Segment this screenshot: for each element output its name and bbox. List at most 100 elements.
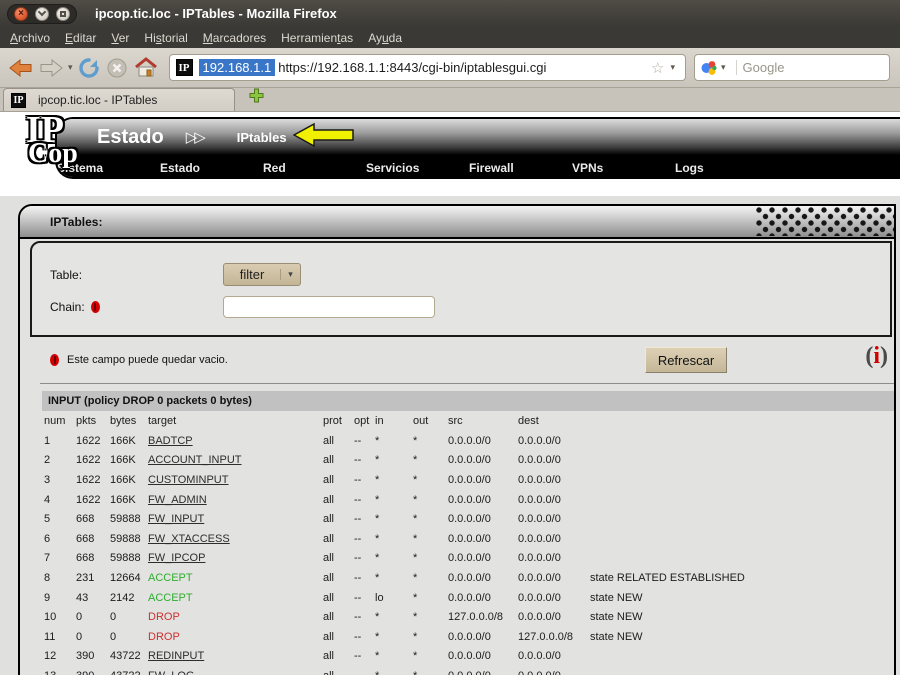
divider bbox=[40, 383, 894, 384]
cell-pkts: 1622 bbox=[74, 451, 108, 471]
menubar-item[interactable]: Herramientas bbox=[281, 31, 353, 45]
target-link[interactable]: ACCEPT bbox=[148, 592, 193, 604]
required-field-icon bbox=[50, 354, 59, 366]
cell-target: FW_XTACCESS bbox=[146, 529, 321, 549]
cell-num: 9 bbox=[42, 588, 74, 608]
cell-num: 10 bbox=[42, 607, 74, 627]
site-nav-item[interactable]: Estado bbox=[160, 161, 263, 175]
iptables-table: numpktsbytestargetprotoptinoutsrcdest 1 … bbox=[42, 411, 745, 675]
cell-extra bbox=[588, 451, 745, 471]
cell-prot: all bbox=[321, 666, 352, 675]
window-title: ipcop.tic.loc - IPTables - Mozilla Firef… bbox=[95, 6, 337, 21]
url-bar[interactable]: IP 192.168.1.1 https://192.168.1.1:8443/… bbox=[169, 54, 686, 81]
cell-in: * bbox=[373, 509, 411, 529]
target-link[interactable]: DROP bbox=[148, 631, 180, 643]
cell-out: * bbox=[411, 588, 446, 608]
cell-bytes: 2142 bbox=[108, 588, 146, 608]
target-link[interactable]: FW_INPUT bbox=[148, 513, 204, 525]
cell-bytes: 59888 bbox=[108, 529, 146, 549]
cell-num: 5 bbox=[42, 509, 74, 529]
site-nav-item[interactable]: Firewall bbox=[469, 161, 572, 175]
cell-opt: -- bbox=[352, 568, 373, 588]
menubar-item[interactable]: Ver bbox=[111, 31, 129, 45]
target-link[interactable]: ACCEPT bbox=[148, 572, 193, 584]
target-link[interactable]: CUSTOMINPUT bbox=[148, 474, 228, 486]
info-icon[interactable]: (i) bbox=[865, 343, 888, 370]
cell-extra: state RELATED ESTABLISHED bbox=[588, 568, 745, 588]
ipcop-header: Estado ▷▷ IPtables SistemaEstadoRedServi… bbox=[55, 117, 900, 179]
table-row: 7 668 59888 FW_IPCOP all -- * * 0.0.0.0/… bbox=[42, 549, 745, 569]
cell-prot: all bbox=[321, 607, 352, 627]
site-nav-item[interactable]: Servicios bbox=[366, 161, 469, 175]
google-icon bbox=[701, 60, 717, 76]
cell-in: * bbox=[373, 529, 411, 549]
target-link[interactable]: REDINPUT bbox=[148, 650, 204, 662]
site-nav-item[interactable]: Red bbox=[263, 161, 366, 175]
stop-icon[interactable] bbox=[105, 56, 129, 80]
close-window-icon[interactable]: × bbox=[14, 7, 28, 21]
hint-row: Este campo puede quedar vacio. Refrescar… bbox=[20, 337, 894, 383]
cell-extra bbox=[588, 509, 745, 529]
cell-target: REDINPUT bbox=[146, 647, 321, 667]
cell-opt: -- bbox=[352, 451, 373, 471]
target-link[interactable]: DROP bbox=[148, 611, 180, 623]
reload-icon[interactable] bbox=[77, 56, 101, 80]
cell-prot: all bbox=[321, 529, 352, 549]
search-placeholder: Google bbox=[736, 60, 883, 75]
dot-pattern-decoration bbox=[756, 207, 894, 236]
site-nav-item[interactable]: Logs bbox=[675, 161, 778, 175]
column-header: target bbox=[146, 411, 321, 431]
bookmark-star-icon[interactable]: ☆ bbox=[651, 59, 664, 77]
cell-target: DROP bbox=[146, 627, 321, 647]
site-nav-item[interactable]: VPNs bbox=[572, 161, 675, 175]
target-link[interactable]: BADTCP bbox=[148, 435, 193, 447]
menubar-item[interactable]: Archivo bbox=[10, 31, 50, 45]
url-dropdown-caret-icon[interactable]: ▾ bbox=[670, 62, 675, 73]
site-nav: SistemaEstadoRedServiciosFirewallVPNsLog… bbox=[57, 155, 900, 179]
maximize-window-icon[interactable] bbox=[56, 7, 70, 21]
menubar-item[interactable]: Marcadores bbox=[203, 31, 266, 45]
back-history-caret-icon[interactable]: ▾ bbox=[68, 62, 73, 73]
search-box[interactable]: ▾ Google bbox=[694, 54, 890, 81]
target-link[interactable]: FW_IPCOP bbox=[148, 552, 205, 564]
cell-extra bbox=[588, 431, 745, 451]
panel-header: IPTables: bbox=[20, 206, 894, 239]
cell-src: 0.0.0.0/0 bbox=[446, 568, 516, 588]
chain-input[interactable] bbox=[223, 296, 435, 318]
cell-src: 0.0.0.0/0 bbox=[446, 588, 516, 608]
home-icon[interactable] bbox=[133, 56, 159, 80]
target-link[interactable]: FW_LOG bbox=[148, 670, 194, 675]
back-icon[interactable] bbox=[8, 56, 34, 80]
tab-active[interactable]: IP ipcop.tic.loc - IPTables bbox=[3, 88, 235, 111]
menubar-item[interactable]: Ayuda bbox=[368, 31, 402, 45]
cell-in: * bbox=[373, 451, 411, 471]
table-select[interactable]: filter ▾ bbox=[223, 263, 301, 286]
cell-extra bbox=[588, 647, 745, 667]
menubar-item[interactable]: Historial bbox=[144, 31, 187, 45]
hint-text: Este campo puede quedar vacio. bbox=[67, 354, 228, 366]
table-row: 9 43 2142 ACCEPT all -- lo * 0.0.0.0/0 bbox=[42, 588, 745, 608]
minimize-window-icon[interactable] bbox=[35, 7, 49, 21]
target-link[interactable]: FW_ADMIN bbox=[148, 494, 207, 506]
cell-num: 6 bbox=[42, 529, 74, 549]
new-tab-icon[interactable] bbox=[249, 88, 264, 108]
target-link[interactable]: FW_XTACCESS bbox=[148, 533, 230, 545]
cell-in: * bbox=[373, 431, 411, 451]
table-row: 3 1622 166K CUSTOMINPUT all -- * * 0.0.0… bbox=[42, 470, 745, 490]
cell-num: 7 bbox=[42, 549, 74, 569]
cell-opt: -- bbox=[352, 627, 373, 647]
menubar-item[interactable]: Editar bbox=[65, 31, 96, 45]
target-link[interactable]: ACCOUNT_INPUT bbox=[148, 454, 242, 466]
column-header: num bbox=[42, 411, 74, 431]
page-content: IPTables: Table: filter ▾ Chain: bbox=[0, 196, 900, 675]
forward-icon[interactable] bbox=[38, 56, 64, 80]
cell-target: ACCEPT bbox=[146, 588, 321, 608]
cell-out: * bbox=[411, 490, 446, 510]
cell-opt: -- bbox=[352, 607, 373, 627]
cell-src: 0.0.0.0/0 bbox=[446, 529, 516, 549]
search-engine-caret-icon[interactable]: ▾ bbox=[721, 62, 726, 73]
cell-num: 11 bbox=[42, 627, 74, 647]
refresh-button[interactable]: Refrescar bbox=[645, 347, 727, 373]
cell-pkts: 668 bbox=[74, 549, 108, 569]
cell-extra bbox=[588, 470, 745, 490]
